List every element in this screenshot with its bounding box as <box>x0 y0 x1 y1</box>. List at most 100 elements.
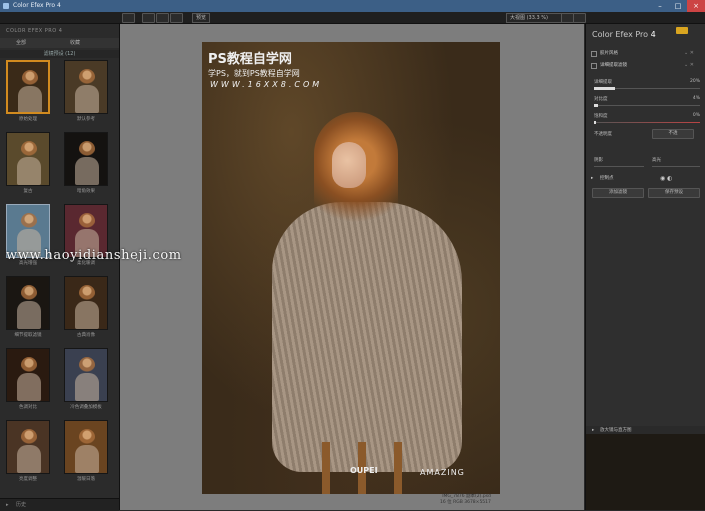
save-preset-button[interactable]: 保存预设 <box>648 188 700 198</box>
enable-checkbox[interactable] <box>591 51 597 57</box>
nik-badge-icon <box>676 27 688 34</box>
side-by-side-button[interactable] <box>170 13 183 23</box>
expand-icon: ▸ <box>591 176 594 181</box>
history-label: 历史 <box>16 502 27 508</box>
watermark-url: WWW.16XX8.COM <box>210 80 323 89</box>
param-value: 4% <box>692 96 700 101</box>
add-filter-button[interactable]: 添加滤镜 <box>592 188 644 198</box>
thumb-image <box>6 348 50 402</box>
watermark-subtitle: 学PS，就到PS教程自学网 <box>208 69 300 78</box>
photo-preview: PS教程自学网 学PS，就到PS教程自学网 WWW.16XX8.COM OUPE… <box>202 42 500 494</box>
maximize-button[interactable]: □ <box>669 0 687 12</box>
preset-thumb[interactable]: 细节提取滤镜 <box>6 276 50 338</box>
thumb-image <box>6 132 50 186</box>
filter-menu-icon[interactable]: ⌄ ✕ <box>684 49 694 58</box>
filter-row[interactable]: 胶片风格 ⌄ ✕ <box>586 49 705 58</box>
overlay-watermark-url: www.haoyidiansheji.com <box>6 248 182 263</box>
brand-title: Color Efex Pro 4 <box>592 30 656 39</box>
file-dims: 16 位 RGB 3678×5517 <box>440 500 491 505</box>
loupe-preview <box>586 434 705 510</box>
preset-thumb[interactable]: 温暖日落 <box>64 420 108 482</box>
param-detail-extraction[interactable]: 详细提取 20% <box>594 79 700 93</box>
blend-select[interactable]: 不透 <box>652 129 694 139</box>
preset-thumb[interactable]: 默认参考 <box>64 60 108 122</box>
preview-button[interactable]: 预览 <box>192 13 211 23</box>
history-icon: ▸ <box>6 502 9 508</box>
thumb-label: 复古 <box>23 189 33 194</box>
history-bar[interactable]: ▸ 历史 <box>0 498 119 511</box>
control-points-row[interactable]: ▸ 控制点 ◉ ◐ <box>586 174 705 183</box>
slider-fill[interactable] <box>594 87 615 90</box>
preset-thumb[interactable]: 暗角效果 <box>64 132 108 194</box>
split-view-button[interactable] <box>156 13 169 23</box>
thumb-label: 色调对比 <box>19 405 37 410</box>
preset-thumb[interactable]: 色调对比 <box>6 348 50 410</box>
preset-section-header[interactable]: 滤镜预设 (12) <box>0 50 119 58</box>
file-info: IMG_7876 副本(2).psd 16 位 RGB 3678×5517 <box>440 494 491 506</box>
filter-label: 详细提取滤镜 <box>600 63 627 68</box>
preset-thumb[interactable]: 冷色调叠加模板 <box>64 348 108 410</box>
thumb-label: 温暖日落 <box>77 477 95 482</box>
slider-fill[interactable] <box>594 121 596 124</box>
photo-sweater <box>272 202 462 472</box>
control-points-label: 控制点 <box>600 176 614 181</box>
thumb-image <box>64 420 108 474</box>
breadcrumb: COLOR EFEX PRO 4 <box>6 28 63 34</box>
shadow-slider[interactable] <box>594 166 644 167</box>
highlight-label: 高光 <box>652 158 661 163</box>
thumb-image <box>64 276 108 330</box>
window-title: Color Efex Pro 4 <box>13 2 61 9</box>
right-panel: Color Efex Pro 4 胶片风格 ⌄ ✕ 详细提取滤镜 ⌄ ✕ 详细提… <box>585 24 705 510</box>
thumb-image <box>64 60 108 114</box>
thumb-label: 暗角效果 <box>77 189 95 194</box>
hide-right-panel-button[interactable] <box>573 13 586 23</box>
minimize-button[interactable]: – <box>651 0 669 12</box>
preset-thumb[interactable]: 复古 <box>6 132 50 194</box>
enable-checkbox[interactable] <box>591 63 597 69</box>
brand-version: 4 <box>650 30 656 39</box>
hide-left-panel-button[interactable] <box>122 13 135 23</box>
filter-row[interactable]: 详细提取滤镜 ⌄ ✕ <box>586 61 705 70</box>
close-button[interactable]: × <box>687 0 705 12</box>
param-label: 详细提取 <box>594 80 612 85</box>
thumb-image <box>6 420 50 474</box>
thumb-label: 默认参考 <box>77 117 95 122</box>
slider-fill[interactable] <box>594 104 598 107</box>
thumb-label: 原始处理 <box>19 117 37 122</box>
param-value: 0% <box>692 113 700 118</box>
preset-thumb[interactable]: 古典肖像 <box>64 276 108 338</box>
preset-thumb[interactable]: 原始处理 <box>6 60 50 122</box>
blend-label: 不透明度 <box>594 132 612 137</box>
thumb-label: 细节提取滤镜 <box>14 333 42 338</box>
param-saturation[interactable]: 饱和度 0% <box>594 113 700 127</box>
param-contrast[interactable]: 对比度 4% <box>594 96 700 110</box>
app-icon <box>3 3 9 9</box>
brand-name: Color Efex Pro <box>592 30 649 39</box>
thumb-label: 冷色调叠加模板 <box>70 405 102 410</box>
left-panel: COLOR EFEX PRO 4 全部 收藏 滤镜预设 (12) 原始处理 默认… <box>0 24 120 511</box>
param-value: 20% <box>689 79 700 84</box>
param-label: 对比度 <box>594 97 608 102</box>
single-view-button[interactable] <box>142 13 155 23</box>
toolbar: 预览 大视图 (33.3 %) <box>0 12 705 24</box>
thumb-label: 古典肖像 <box>77 333 95 338</box>
tab-all[interactable]: 全部 <box>16 39 26 47</box>
zoom-select[interactable]: 大视图 (33.3 %) <box>506 13 562 23</box>
preset-thumb[interactable]: 亮度调整 <box>6 420 50 482</box>
slider-track <box>594 105 700 106</box>
thumb-image <box>6 60 50 114</box>
slider-track <box>594 122 700 123</box>
photo-face <box>332 142 366 188</box>
tab-favorites[interactable]: 收藏 <box>70 39 80 47</box>
thumb-image <box>6 276 50 330</box>
amazing-logo: AMAZING <box>420 468 465 477</box>
watermark-title: PS教程自学网 <box>208 52 292 67</box>
filter-menu-icon[interactable]: ⌄ ✕ <box>684 61 694 70</box>
oupei-logo: OUPEI <box>350 466 378 475</box>
thumb-label: 亮度调整 <box>19 477 37 482</box>
thumb-image <box>64 348 108 402</box>
image-canvas[interactable]: PS教程自学网 学PS，就到PS教程自学网 WWW.16XX8.COM OUPE… <box>120 24 584 510</box>
add-point-icon[interactable]: ◉ ◐ <box>660 174 672 183</box>
highlight-slider[interactable] <box>652 166 700 167</box>
shadow-label: 阴影 <box>594 158 603 163</box>
